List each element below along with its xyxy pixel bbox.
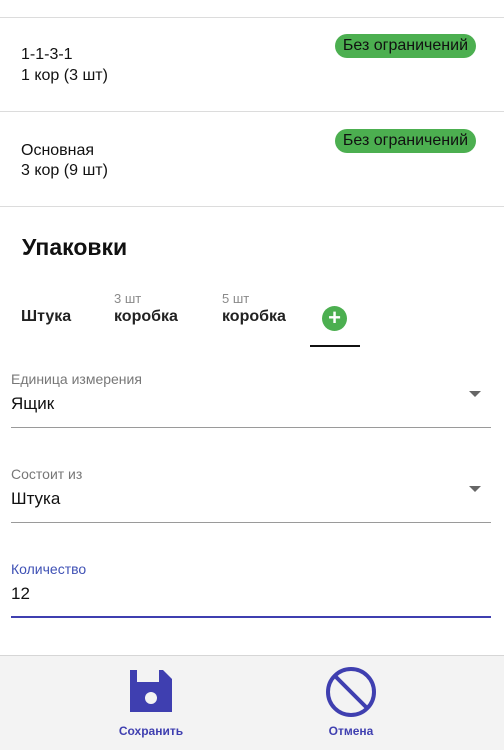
floppy-disk-icon bbox=[130, 670, 172, 712]
save-button[interactable]: Сохранить bbox=[101, 666, 201, 738]
status-badge: Без ограничений bbox=[334, 34, 476, 58]
quantity-label: Количество bbox=[11, 561, 87, 577]
plus-icon[interactable]: + bbox=[322, 306, 347, 331]
tab-piece[interactable]: Штука bbox=[21, 290, 71, 327]
tab-indicator bbox=[310, 345, 360, 347]
cancel-icon bbox=[326, 667, 376, 717]
consists-of-value: Штука bbox=[11, 489, 61, 508]
quantity-value[interactable]: 12 bbox=[11, 584, 491, 604]
tab-box-5[interactable]: 5 шт коробка bbox=[222, 290, 286, 327]
cancel-button[interactable]: Отмена bbox=[301, 666, 401, 738]
storage-quantity: 1 кор (3 шт) bbox=[21, 67, 108, 84]
unit-label: Единица измерения bbox=[11, 371, 142, 387]
unit-value: Ящик bbox=[11, 394, 55, 413]
cancel-label: Отмена bbox=[328, 724, 374, 738]
quantity-field[interactable]: Количество 12 bbox=[11, 561, 491, 619]
storage-card[interactable]: 1-1-3-1 1 кор (3 шт) Без ограничений bbox=[0, 18, 504, 112]
storage-cell-code: Основная bbox=[21, 142, 95, 159]
status-badge: Без ограничений bbox=[334, 129, 476, 153]
storage-card[interactable]: Основная 3 кор (9 шт) Без ограничений bbox=[0, 113, 504, 207]
tab-box-3[interactable]: 3 шт коробка bbox=[114, 290, 178, 327]
tab-sublabel bbox=[21, 290, 71, 307]
tab-sublabel: 3 шт bbox=[114, 291, 142, 306]
unit-select[interactable]: Единица измерения Ящик bbox=[11, 371, 491, 428]
chevron-down-icon[interactable] bbox=[469, 391, 481, 397]
tab-label: Штука bbox=[21, 308, 72, 325]
consists-of-select[interactable]: Состоит из Штука bbox=[11, 466, 491, 523]
field-underline bbox=[11, 427, 491, 428]
section-title: Упаковки bbox=[22, 234, 128, 260]
tab-sublabel: 5 шт bbox=[222, 291, 250, 306]
bottom-action-bar: Сохранить Отмена bbox=[0, 655, 504, 750]
field-underline bbox=[11, 522, 491, 523]
chevron-down-icon[interactable] bbox=[469, 486, 481, 492]
save-label: Сохранить bbox=[118, 724, 184, 738]
field-underline bbox=[11, 616, 491, 618]
storage-quantity: 3 кор (9 шт) bbox=[21, 162, 108, 179]
consists-of-label: Состоит из bbox=[11, 466, 83, 482]
storage-cell-code: 1-1-3-1 bbox=[21, 46, 73, 63]
tab-label: коробка bbox=[222, 308, 286, 325]
tab-label: коробка bbox=[114, 308, 178, 325]
